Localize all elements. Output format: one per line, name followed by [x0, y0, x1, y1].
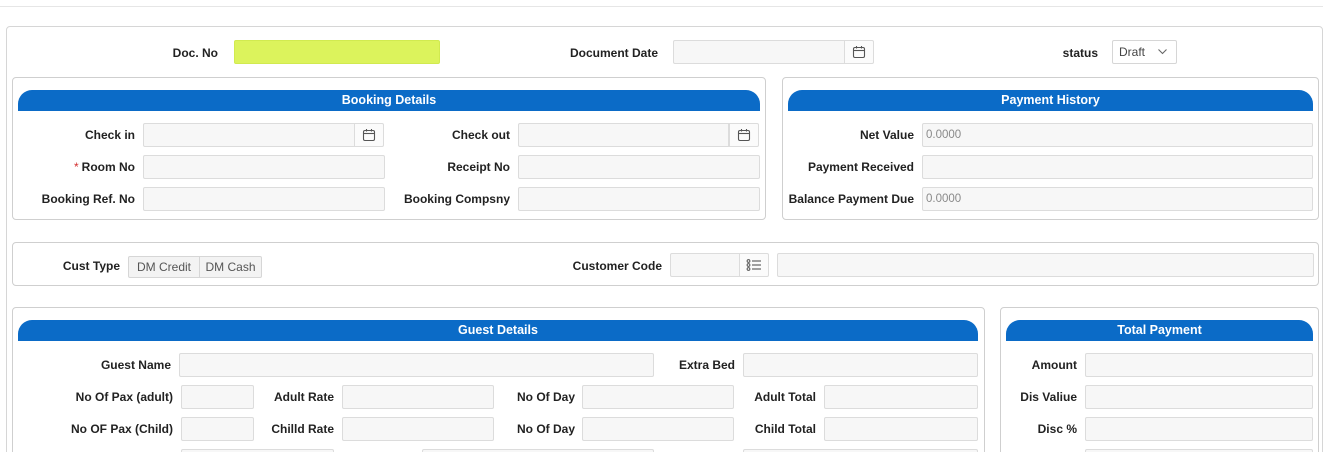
child-total-label: Child Total [754, 422, 816, 436]
no-of-day-child-input[interactable] [582, 417, 734, 441]
customer-code-lookup-button[interactable] [739, 253, 769, 277]
balance-due-label: Balance Payment Due [788, 192, 914, 206]
disc-pct-input[interactable] [1085, 417, 1313, 441]
guest-details-title: Guest Details [18, 320, 978, 341]
doc-no-input[interactable] [234, 40, 440, 64]
booking-details-title: Booking Details [18, 90, 760, 111]
amount-label: Amount [1031, 358, 1077, 372]
cust-type-dm-cash[interactable]: DM Cash [199, 256, 262, 278]
cust-type-label: Cust Type [62, 259, 120, 273]
customer-code-label: Customer Code [572, 259, 662, 273]
pax-adult-label: No Of Pax (adult) [75, 390, 173, 404]
required-marker: * [74, 160, 79, 174]
document-date-label: Document Date [569, 46, 658, 60]
net-value-label: Net Value [859, 128, 914, 142]
room-no-label: * Room No [40, 159, 135, 175]
check-in-input[interactable] [143, 123, 355, 147]
check-in-label: Check in [84, 128, 135, 142]
guest-name-label: Guest Name [100, 358, 171, 372]
total-payment-title: Total Payment [1006, 320, 1313, 341]
chevron-down-icon [1158, 49, 1167, 55]
calendar-icon [852, 46, 866, 59]
balance-due-input[interactable]: 0.0000 [922, 187, 1313, 211]
room-no-label-text: Room No [81, 160, 135, 174]
check-out-calendar-button[interactable] [729, 123, 759, 147]
pax-child-input[interactable] [181, 417, 254, 441]
child-rate-label: Chilld Rate [271, 422, 334, 436]
booking-ref-input[interactable] [143, 187, 385, 211]
child-rate-input[interactable] [342, 417, 494, 441]
customer-code-input[interactable] [670, 253, 740, 277]
no-of-day-label-child: No Of Day [516, 422, 575, 436]
check-in-calendar-button[interactable] [354, 123, 384, 147]
dis-value-input[interactable] [1085, 385, 1313, 409]
receipt-no-label: Receipt No [447, 160, 510, 174]
payment-received-label: Payment Received [807, 160, 914, 174]
receipt-no-input[interactable] [518, 155, 760, 179]
payment-history-title: Payment History [788, 90, 1313, 111]
status-label: status [1062, 46, 1098, 60]
check-out-input[interactable] [518, 123, 729, 147]
pax-child-label: No OF Pax (Child) [71, 422, 173, 436]
document-date-calendar-button[interactable] [844, 40, 874, 64]
extra-bed-label: Extra Bed [678, 358, 735, 372]
no-of-day-label-adult: No Of Day [516, 390, 575, 404]
booking-company-label: Booking Compsny [403, 192, 510, 206]
adult-rate-input[interactable] [342, 385, 494, 409]
doc-no-label: Doc. No [172, 46, 218, 60]
net-value-input[interactable]: 0.0000 [922, 123, 1313, 147]
adult-rate-label: Adult Rate [274, 390, 334, 404]
pax-adult-input[interactable] [181, 385, 254, 409]
disc-pct-label: Disc % [1037, 422, 1077, 436]
check-out-label: Check out [451, 128, 510, 142]
no-of-day-adult-input[interactable] [582, 385, 734, 409]
room-no-input[interactable] [143, 155, 385, 179]
status-value: Draft [1119, 45, 1146, 59]
extra-bed-input[interactable] [743, 353, 978, 377]
top-divider [0, 6, 1323, 7]
cust-type-dm-credit[interactable]: DM Credit [128, 256, 200, 278]
customer-name-input[interactable] [777, 253, 1314, 277]
booking-ref-label: Booking Ref. No [41, 192, 135, 206]
dis-value-label: Dis Valiue [1020, 390, 1077, 404]
amount-input[interactable] [1085, 353, 1313, 377]
status-select[interactable]: Draft [1112, 40, 1177, 64]
document-date-input[interactable] [673, 40, 845, 64]
guest-name-input[interactable] [179, 353, 654, 377]
list-icon [746, 259, 761, 271]
adult-total-label: Adult Total [754, 390, 816, 404]
customer-panel: Cust Type DM Credit DM Cash Customer Cod… [12, 242, 1319, 286]
adult-total-input[interactable] [824, 385, 978, 409]
child-total-input[interactable] [824, 417, 978, 441]
booking-company-input[interactable] [518, 187, 760, 211]
payment-received-input[interactable] [922, 155, 1313, 179]
calendar-icon [737, 129, 751, 142]
calendar-icon [362, 129, 376, 142]
